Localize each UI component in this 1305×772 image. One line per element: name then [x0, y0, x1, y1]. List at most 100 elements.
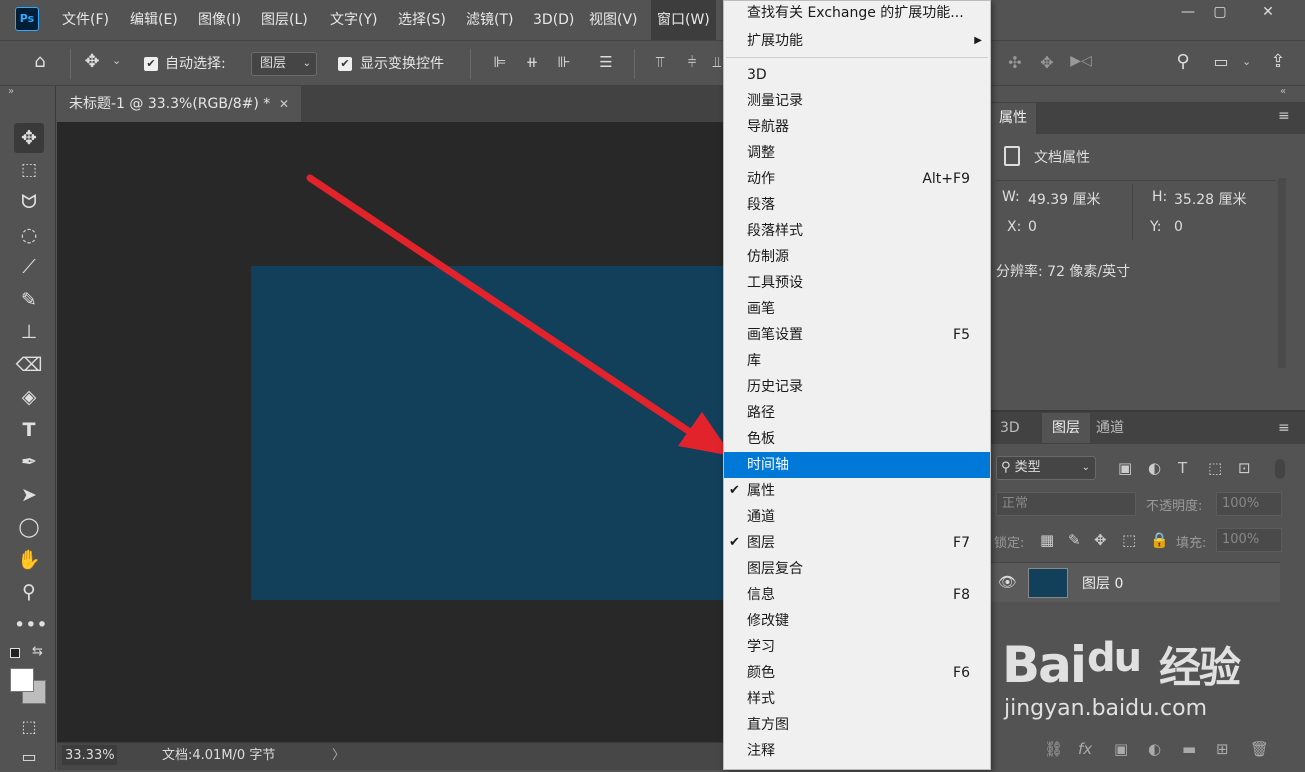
menu-item[interactable]: 画笔设置 F5: [724, 322, 990, 348]
menu-item-label: 画笔设置: [747, 327, 803, 343]
menu-item[interactable]: 直方图: [724, 712, 990, 738]
watermark-url: jingyan.baidu.com: [1004, 696, 1208, 721]
menu-item[interactable]: 测量记录: [724, 88, 990, 114]
menu-item-label: 调整: [747, 145, 775, 161]
menu-item-label: 学习: [747, 639, 775, 655]
menu-item[interactable]: 信息 F8: [724, 582, 990, 608]
opacity-value: 100%: [1222, 496, 1260, 511]
link-layers-icon[interactable]: ⛓: [1044, 740, 1063, 758]
menu-item[interactable]: 时间轴: [724, 452, 990, 478]
menu-item-extensions[interactable]: 扩展功能 ▶: [724, 28, 990, 54]
menu-item[interactable]: 学习: [724, 634, 990, 660]
menu-item[interactable]: 通道: [724, 504, 990, 530]
menu-item-label: 段落: [747, 197, 775, 213]
menu-item-label: 扩展功能: [747, 33, 803, 49]
menu-item-label: 路径: [747, 405, 775, 421]
menu-item[interactable]: 3D: [724, 62, 990, 88]
lock-position-icon[interactable]: ✥: [1094, 531, 1107, 549]
scrollbar[interactable]: [1278, 178, 1286, 368]
panel-collapse-icon[interactable]: «: [1280, 86, 1286, 97]
panel-menu-icon[interactable]: ≡: [1278, 420, 1290, 436]
filter-toggle[interactable]: [1275, 459, 1285, 479]
opacity-label: 不透明度:: [1146, 499, 1203, 514]
menu-item[interactable]: 段落样式: [724, 218, 990, 244]
panel-menu-icon[interactable]: ≡: [1278, 108, 1290, 124]
status-arrow-icon[interactable]: 〉: [332, 745, 345, 767]
menu-item-shortcut: F8: [953, 587, 970, 603]
filter-smart-object-icon[interactable]: ⊡: [1238, 459, 1251, 477]
menu-item-label: 历史记录: [747, 379, 803, 395]
menu-item-label: 3D: [747, 67, 767, 83]
menu-item[interactable]: 色板: [724, 426, 990, 452]
new-group-icon[interactable]: ▬: [1182, 740, 1196, 758]
menu-item[interactable]: 修改键: [724, 608, 990, 634]
menu-item[interactable]: 导航器: [724, 114, 990, 140]
menu-item-label: 色板: [747, 431, 775, 447]
menu-item[interactable]: 颜色 F6: [724, 660, 990, 686]
tab-layers[interactable]: 图层: [1042, 413, 1090, 443]
menu-item-label: 工具预设: [747, 275, 803, 291]
height-value[interactable]: 35.28 厘米: [1174, 189, 1247, 209]
width-value[interactable]: 49.39 厘米: [1028, 189, 1101, 209]
menu-item[interactable]: 调整: [724, 140, 990, 166]
fill-value: 100%: [1222, 532, 1260, 547]
add-mask-icon[interactable]: ▣: [1114, 740, 1128, 758]
filter-type-icon[interactable]: T: [1178, 459, 1187, 477]
filter-shape-icon[interactable]: ⬚: [1208, 459, 1222, 477]
menu-item-shortcut: F5: [953, 327, 970, 343]
zoom-level[interactable]: 33.33%: [62, 745, 117, 765]
menu-item[interactable]: 动作 Alt+F9: [724, 166, 990, 192]
layer-filter-dropdown[interactable]: ⚲ 类型 ⌄: [996, 456, 1096, 480]
chevron-down-icon: ⌄: [1081, 462, 1090, 473]
menu-item[interactable]: 库: [724, 348, 990, 374]
filter-adjustment-icon[interactable]: ◐: [1148, 459, 1161, 477]
lock-paint-icon[interactable]: ✎: [1068, 531, 1081, 549]
blend-mode-value: 正常: [1002, 496, 1029, 511]
watermark-brand2: du: [1087, 635, 1142, 681]
new-layer-icon[interactable]: ⊞: [1216, 740, 1229, 758]
menu-item-label: 图层: [747, 535, 775, 551]
menu-item[interactable]: 图层复合: [724, 556, 990, 582]
blend-mode-dropdown[interactable]: 正常: [996, 492, 1136, 516]
menu-item[interactable]: 仿制源: [724, 244, 990, 270]
menu-item[interactable]: 历史记录: [724, 374, 990, 400]
menu-item[interactable]: ✔ 图层 F7: [724, 530, 990, 556]
y-value[interactable]: 0: [1174, 219, 1183, 235]
watermark-jingyan: 经验: [1159, 643, 1241, 692]
menu-item-label: 查找有关 Exchange 的扩展功能...: [747, 5, 964, 21]
layer-thumbnail: [1028, 568, 1068, 598]
adjustment-layer-icon[interactable]: ◐: [1148, 740, 1161, 758]
tab-properties[interactable]: 属性: [990, 103, 1036, 134]
layer-name[interactable]: 图层 0: [1082, 573, 1123, 593]
menu-item[interactable]: 段落: [724, 192, 990, 218]
document-properties-label: 文档属性: [1034, 150, 1090, 166]
divider: [996, 180, 1276, 181]
lock-all-icon[interactable]: 🔒: [1150, 531, 1169, 549]
search-icon: ⚲: [1001, 460, 1015, 475]
tab-channels[interactable]: 通道: [1086, 413, 1134, 443]
window-menu-dropdown: 查找有关 Exchange 的扩展功能... 扩展功能 ▶ 3D 测量记录 导航器调整…: [723, 0, 991, 770]
menu-item[interactable]: 画笔: [724, 296, 990, 322]
filter-pixel-icon[interactable]: ▣: [1118, 459, 1132, 477]
fill-field[interactable]: 100%: [1216, 528, 1282, 552]
menu-item-shortcut: F7: [953, 535, 970, 551]
document-info: 文档:4.01M/0 字节: [162, 748, 276, 763]
fx-icon[interactable]: fx: [1078, 740, 1092, 758]
opacity-field[interactable]: 100%: [1216, 492, 1282, 516]
tab-3d[interactable]: 3D: [990, 413, 1030, 443]
layer-row[interactable]: 👁 图层 0: [990, 562, 1280, 602]
menu-item[interactable]: 工具预设: [724, 270, 990, 296]
menu-item[interactable]: 注释: [724, 738, 990, 764]
visibility-eye-icon[interactable]: 👁: [998, 573, 1017, 591]
menu-item-shortcut: F6: [953, 665, 970, 681]
x-value[interactable]: 0: [1028, 219, 1037, 235]
lock-transparency-icon[interactable]: ▦: [1040, 531, 1054, 549]
width-label: W:: [1002, 189, 1020, 205]
watermark-brand: Bai: [1002, 636, 1087, 694]
lock-artboard-icon[interactable]: ⬚: [1122, 531, 1136, 549]
menu-item[interactable]: ✔ 属性: [724, 478, 990, 504]
delete-layer-icon[interactable]: 🗑: [1250, 740, 1269, 758]
menu-item[interactable]: 路径: [724, 400, 990, 426]
menu-item[interactable]: 样式: [724, 686, 990, 712]
menu-item-exchange[interactable]: 查找有关 Exchange 的扩展功能...: [724, 0, 990, 26]
